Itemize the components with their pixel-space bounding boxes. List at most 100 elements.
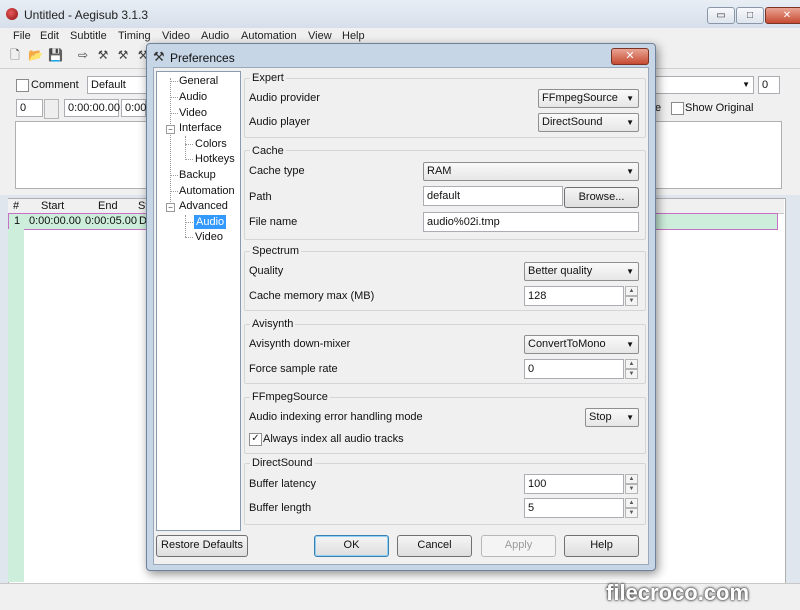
tree-item-advanced-video[interactable]: Video bbox=[195, 230, 223, 244]
spin-up-icon[interactable]: ▲ bbox=[625, 498, 638, 508]
wand-icon[interactable]: ⚒ bbox=[96, 48, 110, 62]
buffer-latency-input[interactable]: 100 bbox=[524, 474, 624, 494]
spin-up-icon[interactable]: ▲ bbox=[625, 359, 638, 369]
spin-up-icon[interactable]: ▲ bbox=[625, 474, 638, 484]
menu-subtitle[interactable]: Subtitle bbox=[70, 28, 107, 44]
menu-timing[interactable]: Timing bbox=[118, 28, 151, 44]
collapse-interface-icon[interactable]: − bbox=[166, 125, 175, 134]
grid-col-num: # bbox=[13, 200, 20, 212]
grid-row-gutter bbox=[8, 229, 24, 582]
collapse-advanced-icon[interactable]: − bbox=[166, 203, 175, 212]
quality-label: Quality bbox=[249, 265, 284, 277]
row-end: 0:00:05.00 bbox=[85, 215, 137, 227]
cache-memory-spinner[interactable]: ▲ ▼ bbox=[625, 286, 638, 306]
menu-video[interactable]: Video bbox=[162, 28, 190, 44]
minimize-button[interactable]: ▭ bbox=[707, 7, 735, 24]
open-folder-icon[interactable]: 📂 bbox=[28, 48, 43, 62]
tree-item-colors[interactable]: Colors bbox=[195, 137, 227, 151]
spin-down-icon[interactable]: ▼ bbox=[625, 508, 638, 518]
show-original-label: Show Original bbox=[685, 102, 754, 114]
audio-provider-combo[interactable]: FFmpegSource ▼ bbox=[538, 89, 639, 108]
audio-player-label: Audio player bbox=[249, 116, 311, 128]
dialog-title: Preferences bbox=[170, 51, 235, 65]
menu-help[interactable]: Help bbox=[342, 28, 365, 44]
spectrum-group-label: Spectrum bbox=[250, 245, 302, 257]
new-file-icon[interactable]: 🗋 bbox=[8, 48, 22, 62]
menu-bar: File Edit Subtitle Timing Video Audio Au… bbox=[0, 28, 800, 44]
menu-view[interactable]: View bbox=[308, 28, 332, 44]
cache-memory-label: Cache memory max (MB) bbox=[249, 290, 375, 302]
browse-button[interactable]: Browse... bbox=[564, 187, 639, 208]
tree-item-advanced[interactable]: Advanced bbox=[179, 199, 228, 213]
error-mode-combo[interactable]: Stop ▼ bbox=[585, 408, 639, 427]
row-start: 0:00:00.00 bbox=[29, 215, 81, 227]
tree-tick bbox=[185, 144, 193, 145]
end-time-field[interactable]: 0:00: bbox=[121, 99, 149, 117]
tree-item-advanced-audio[interactable]: Audio bbox=[194, 215, 227, 229]
buffer-latency-label: Buffer latency bbox=[249, 478, 317, 490]
tree-item-interface[interactable]: Interface bbox=[179, 121, 222, 135]
file-name-input[interactable]: audio%02i.tmp bbox=[423, 212, 639, 232]
window-title: Untitled - Aegisub 3.1.3 bbox=[24, 8, 149, 22]
layer-spinner[interactable] bbox=[44, 99, 59, 119]
tree-guide bbox=[185, 215, 186, 237]
comment-checkbox[interactable] bbox=[16, 79, 29, 92]
tree-tick bbox=[185, 222, 193, 223]
tree-tick bbox=[170, 81, 178, 82]
actor-combo[interactable]: ▼ bbox=[654, 76, 754, 94]
cache-path-label: Path bbox=[249, 191, 272, 203]
spin-down-icon[interactable]: ▼ bbox=[625, 296, 638, 306]
audio-player-combo[interactable]: DirectSound ▼ bbox=[538, 113, 639, 132]
tool-icon[interactable]: ⚒ bbox=[116, 48, 130, 62]
menu-audio[interactable]: Audio bbox=[201, 28, 229, 44]
sample-rate-input[interactable]: 0 bbox=[524, 359, 624, 379]
cancel-button[interactable]: Cancel bbox=[397, 535, 472, 557]
tree-tick bbox=[185, 237, 193, 238]
cache-type-label: Cache type bbox=[249, 165, 305, 177]
menu-edit[interactable]: Edit bbox=[40, 28, 59, 44]
spin-down-icon[interactable]: ▼ bbox=[625, 484, 638, 494]
tree-tick bbox=[170, 97, 178, 98]
preferences-tree: General Audio Video − Interface Colors H… bbox=[156, 71, 241, 531]
help-button[interactable]: Help bbox=[564, 535, 639, 557]
style-combo[interactable]: Default bbox=[87, 76, 147, 94]
window-close-button[interactable]: ✕ bbox=[765, 7, 800, 24]
preferences-icon: ⚒ bbox=[153, 49, 165, 64]
tree-tick bbox=[185, 159, 193, 160]
dialog-close-button[interactable]: ✕ bbox=[611, 48, 649, 65]
jump-icon[interactable]: ⇨ bbox=[76, 48, 90, 62]
quality-combo[interactable]: Better quality ▼ bbox=[524, 262, 639, 281]
cache-path-input[interactable]: default bbox=[423, 186, 563, 206]
avisynth-group-label: Avisynth bbox=[250, 318, 296, 330]
restore-defaults-button[interactable]: Restore Defaults bbox=[156, 535, 248, 557]
buffer-length-spinner[interactable]: ▲ ▼ bbox=[625, 498, 638, 518]
buffer-length-input[interactable]: 5 bbox=[524, 498, 624, 518]
tree-item-backup[interactable]: Backup bbox=[179, 168, 216, 182]
layer-field[interactable]: 0 bbox=[16, 99, 43, 117]
show-original-checkbox[interactable] bbox=[671, 102, 684, 115]
downmixer-combo[interactable]: ConvertToMono ▼ bbox=[524, 335, 639, 354]
menu-file[interactable]: File bbox=[13, 28, 31, 44]
ok-button[interactable]: OK bbox=[314, 535, 389, 557]
buffer-latency-spinner[interactable]: ▲ ▼ bbox=[625, 474, 638, 494]
menu-automation[interactable]: Automation bbox=[241, 28, 297, 44]
cache-memory-input[interactable]: 128 bbox=[524, 286, 624, 306]
apply-button[interactable]: Apply bbox=[481, 535, 556, 557]
expert-group-label: Expert bbox=[250, 72, 286, 84]
spin-up-icon[interactable]: ▲ bbox=[625, 286, 638, 296]
tree-item-general[interactable]: General bbox=[179, 74, 218, 88]
tree-item-audio[interactable]: Audio bbox=[179, 90, 207, 104]
margin-field[interactable]: 0 bbox=[758, 76, 780, 94]
tree-tick bbox=[170, 191, 178, 192]
start-time-field[interactable]: 0:00:00.00 bbox=[64, 99, 120, 117]
sample-rate-spinner[interactable]: ▲ ▼ bbox=[625, 359, 638, 379]
tree-item-hotkeys[interactable]: Hotkeys bbox=[195, 152, 235, 166]
cache-type-combo[interactable]: RAM ▼ bbox=[423, 162, 639, 181]
audio-provider-label: Audio provider bbox=[249, 92, 320, 104]
tree-item-video[interactable]: Video bbox=[179, 106, 207, 120]
maximize-button[interactable]: □ bbox=[736, 7, 764, 24]
save-icon[interactable]: 💾 bbox=[48, 48, 63, 62]
tree-item-automation[interactable]: Automation bbox=[179, 184, 235, 198]
index-all-checkbox[interactable]: ✓ bbox=[249, 433, 262, 446]
spin-down-icon[interactable]: ▼ bbox=[625, 369, 638, 379]
